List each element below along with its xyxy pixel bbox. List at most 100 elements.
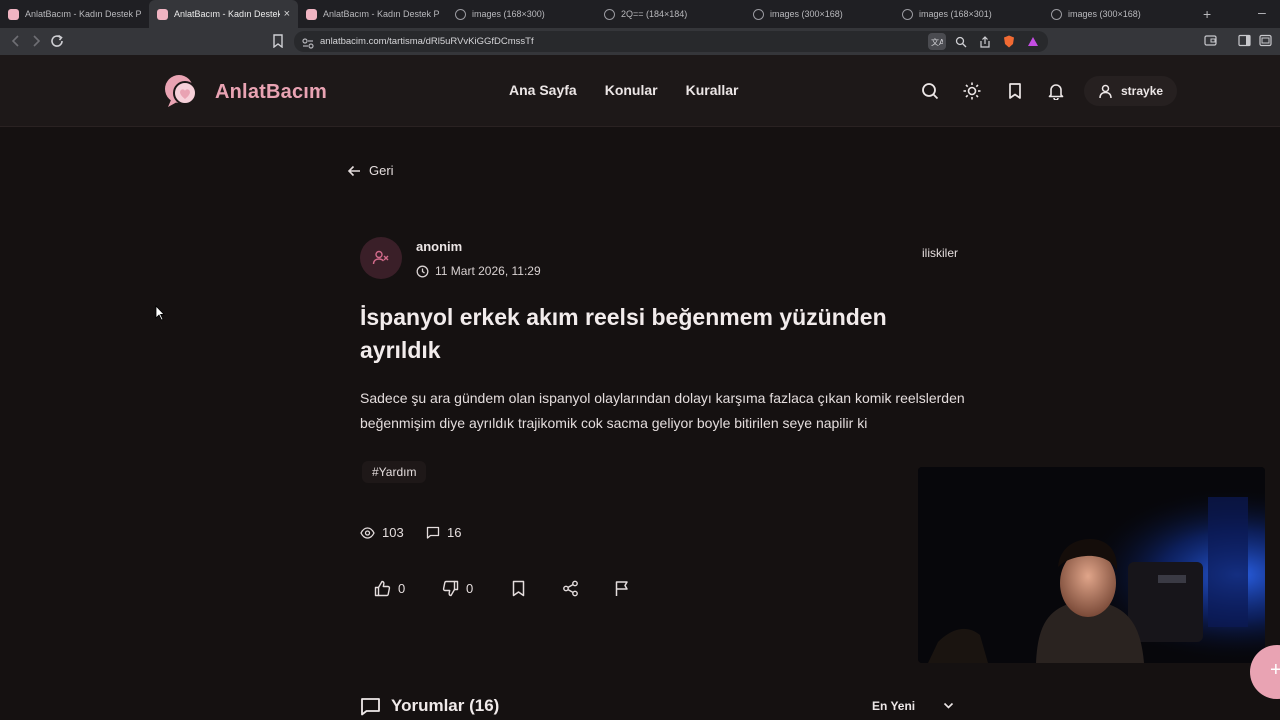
username: strayke	[1121, 84, 1164, 98]
globe-favicon-icon	[753, 8, 764, 20]
site-favicon-icon	[8, 8, 19, 20]
dislike-count: 0	[466, 581, 474, 596]
nav-topics[interactable]: Konular	[605, 82, 658, 98]
comments-icon	[361, 697, 380, 715]
tab-label: images (168×300)	[472, 9, 545, 19]
flag-icon	[615, 581, 628, 596]
site-header: AnlatBacım Ana Sayfa Konular Kurallar st…	[0, 55, 1280, 127]
tab-label: AnlatBacım - Kadın Destek Platformu	[174, 9, 280, 19]
browser-tab[interactable]: images (300×168)	[745, 0, 894, 28]
plus-icon: +	[1270, 659, 1280, 681]
like-count: 0	[398, 581, 406, 596]
anonymous-avatar	[360, 237, 402, 279]
bookmark-icon	[512, 580, 525, 597]
user-menu-button[interactable]: strayke	[1084, 76, 1178, 106]
globe-favicon-icon	[604, 8, 615, 20]
notifications-bell-icon[interactable]	[1047, 82, 1065, 101]
tab-label: AnlatBacım - Kadın Destek Platformu	[25, 9, 141, 19]
tab-label: images (300×168)	[1068, 9, 1141, 19]
minimize-button[interactable]: –	[1258, 4, 1266, 20]
globe-favicon-icon	[902, 8, 913, 20]
comments-title-text: Yorumlar (16)	[391, 696, 500, 715]
address-bar[interactable]: anlatbacim.com/tartisma/dRl5uRVvKiGGfDCm…	[294, 31, 1048, 52]
view-count: 103	[360, 525, 404, 540]
chevron-down-icon	[944, 702, 954, 709]
mouse-cursor-icon	[155, 305, 165, 326]
tab-label: images (300×168)	[770, 9, 843, 19]
back-label: Geri	[369, 163, 394, 178]
browser-tab[interactable]: images (168×300)	[447, 0, 596, 28]
comment-count-text: 16	[447, 525, 462, 540]
browser-tab-bar: AnlatBacım - Kadın Destek PlatformuAnlat…	[0, 0, 1280, 28]
thumbs-up-icon	[374, 580, 391, 597]
report-button[interactable]	[614, 580, 630, 597]
anonymous-user-icon	[372, 250, 389, 265]
browser-tab[interactable]: AnlatBacım - Kadın Destek Platformu	[298, 0, 447, 28]
site-logo[interactable]: AnlatBacım	[163, 73, 327, 111]
browser-tab[interactable]: images (168×301)	[894, 0, 1043, 28]
sidebar-toggle-icon[interactable]	[1238, 34, 1251, 52]
user-icon	[1099, 84, 1112, 98]
share-icon	[563, 580, 578, 597]
forward-arrow-icon[interactable]	[28, 33, 44, 49]
thumbs-down-icon	[442, 580, 459, 597]
browser-tab[interactable]: AnlatBacım - Kadın Destek Platformu	[0, 0, 149, 28]
url-text[interactable]: anlatbacim.com/tartisma/dRl5uRVvKiGGfDCm…	[320, 36, 534, 47]
view-count-text: 103	[382, 525, 404, 540]
globe-favicon-icon	[1051, 8, 1062, 20]
logo-text: AnlatBacım	[215, 80, 328, 103]
post-tag[interactable]: #Yardım	[362, 461, 427, 483]
post-body: Sadece şu ara gündem olan ispanyol olayl…	[360, 390, 965, 431]
arrow-left-icon	[347, 165, 360, 176]
brave-shield-icon[interactable]	[1000, 33, 1018, 50]
share-page-icon[interactable]	[976, 33, 994, 50]
reload-icon[interactable]	[49, 33, 65, 49]
svg-text:文A: 文A	[931, 37, 943, 47]
back-arrow-icon[interactable]	[8, 33, 24, 49]
site-favicon-icon	[306, 8, 317, 20]
post-category[interactable]: iliskiler	[922, 246, 958, 260]
comments-heading: Yorumlar (16)	[360, 696, 499, 716]
brave-rewards-icon[interactable]	[1024, 33, 1042, 50]
browser-tab[interactable]: AnlatBacım - Kadın Destek Platformu ×	[149, 0, 298, 28]
zoom-icon[interactable]	[952, 33, 970, 50]
dislike-button[interactable]: 0	[442, 580, 473, 597]
globe-favicon-icon	[455, 8, 466, 20]
bookmarks-icon[interactable]	[1006, 82, 1024, 100]
webcam-feed-image	[918, 467, 1265, 663]
nav-rules[interactable]: Kurallar	[686, 82, 739, 98]
like-button[interactable]: 0	[374, 580, 405, 597]
eye-icon	[360, 526, 375, 539]
comment-icon	[426, 526, 440, 539]
post-author: anonim	[416, 239, 463, 254]
post-date-text: 11 Mart 2026, 11:29	[435, 264, 541, 278]
webcam-overlay	[918, 467, 1265, 663]
comment-count: 16	[426, 525, 461, 540]
tab-label: 2Q== (184×184)	[621, 9, 688, 19]
post-date: 11 Mart 2026, 11:29	[416, 264, 541, 278]
clock-icon	[416, 265, 429, 277]
browser-tab[interactable]: images (300×168)	[1043, 0, 1192, 28]
speech-bubbles-logo-icon	[165, 75, 197, 107]
comment-sort-select[interactable]: En Yeni	[872, 699, 954, 713]
browser-toolbar: anlatbacim.com/tartisma/dRl5uRVvKiGGfDCm…	[0, 28, 1280, 55]
nav-home[interactable]: Ana Sayfa	[509, 82, 577, 98]
close-tab-icon[interactable]: ×	[284, 8, 290, 20]
back-button[interactable]: Geri	[347, 163, 394, 178]
wallet-icon[interactable]	[1204, 34, 1217, 52]
browser-tab[interactable]: 2Q== (184×184)	[596, 0, 745, 28]
site-settings-icon[interactable]	[302, 36, 314, 54]
sort-selected-value: En Yeni	[872, 699, 916, 713]
main-nav: Ana Sayfa Konular Kurallar	[509, 82, 739, 98]
share-button[interactable]	[562, 580, 579, 597]
translate-icon[interactable]: 文A	[928, 33, 946, 50]
theme-toggle-sun-icon[interactable]	[963, 82, 981, 100]
new-tab-button[interactable]: +	[1203, 6, 1211, 22]
bookmark-post-button[interactable]	[511, 580, 526, 597]
search-icon[interactable]	[921, 82, 939, 100]
site-favicon-icon	[157, 8, 168, 20]
tab-label: AnlatBacım - Kadın Destek Platformu	[323, 9, 439, 19]
profile-menu-icon[interactable]	[1259, 34, 1272, 52]
bookmark-page-icon[interactable]	[272, 34, 284, 53]
post-title: İspanyol erkek akım reelsi beğenmem yüzü…	[360, 304, 887, 363]
